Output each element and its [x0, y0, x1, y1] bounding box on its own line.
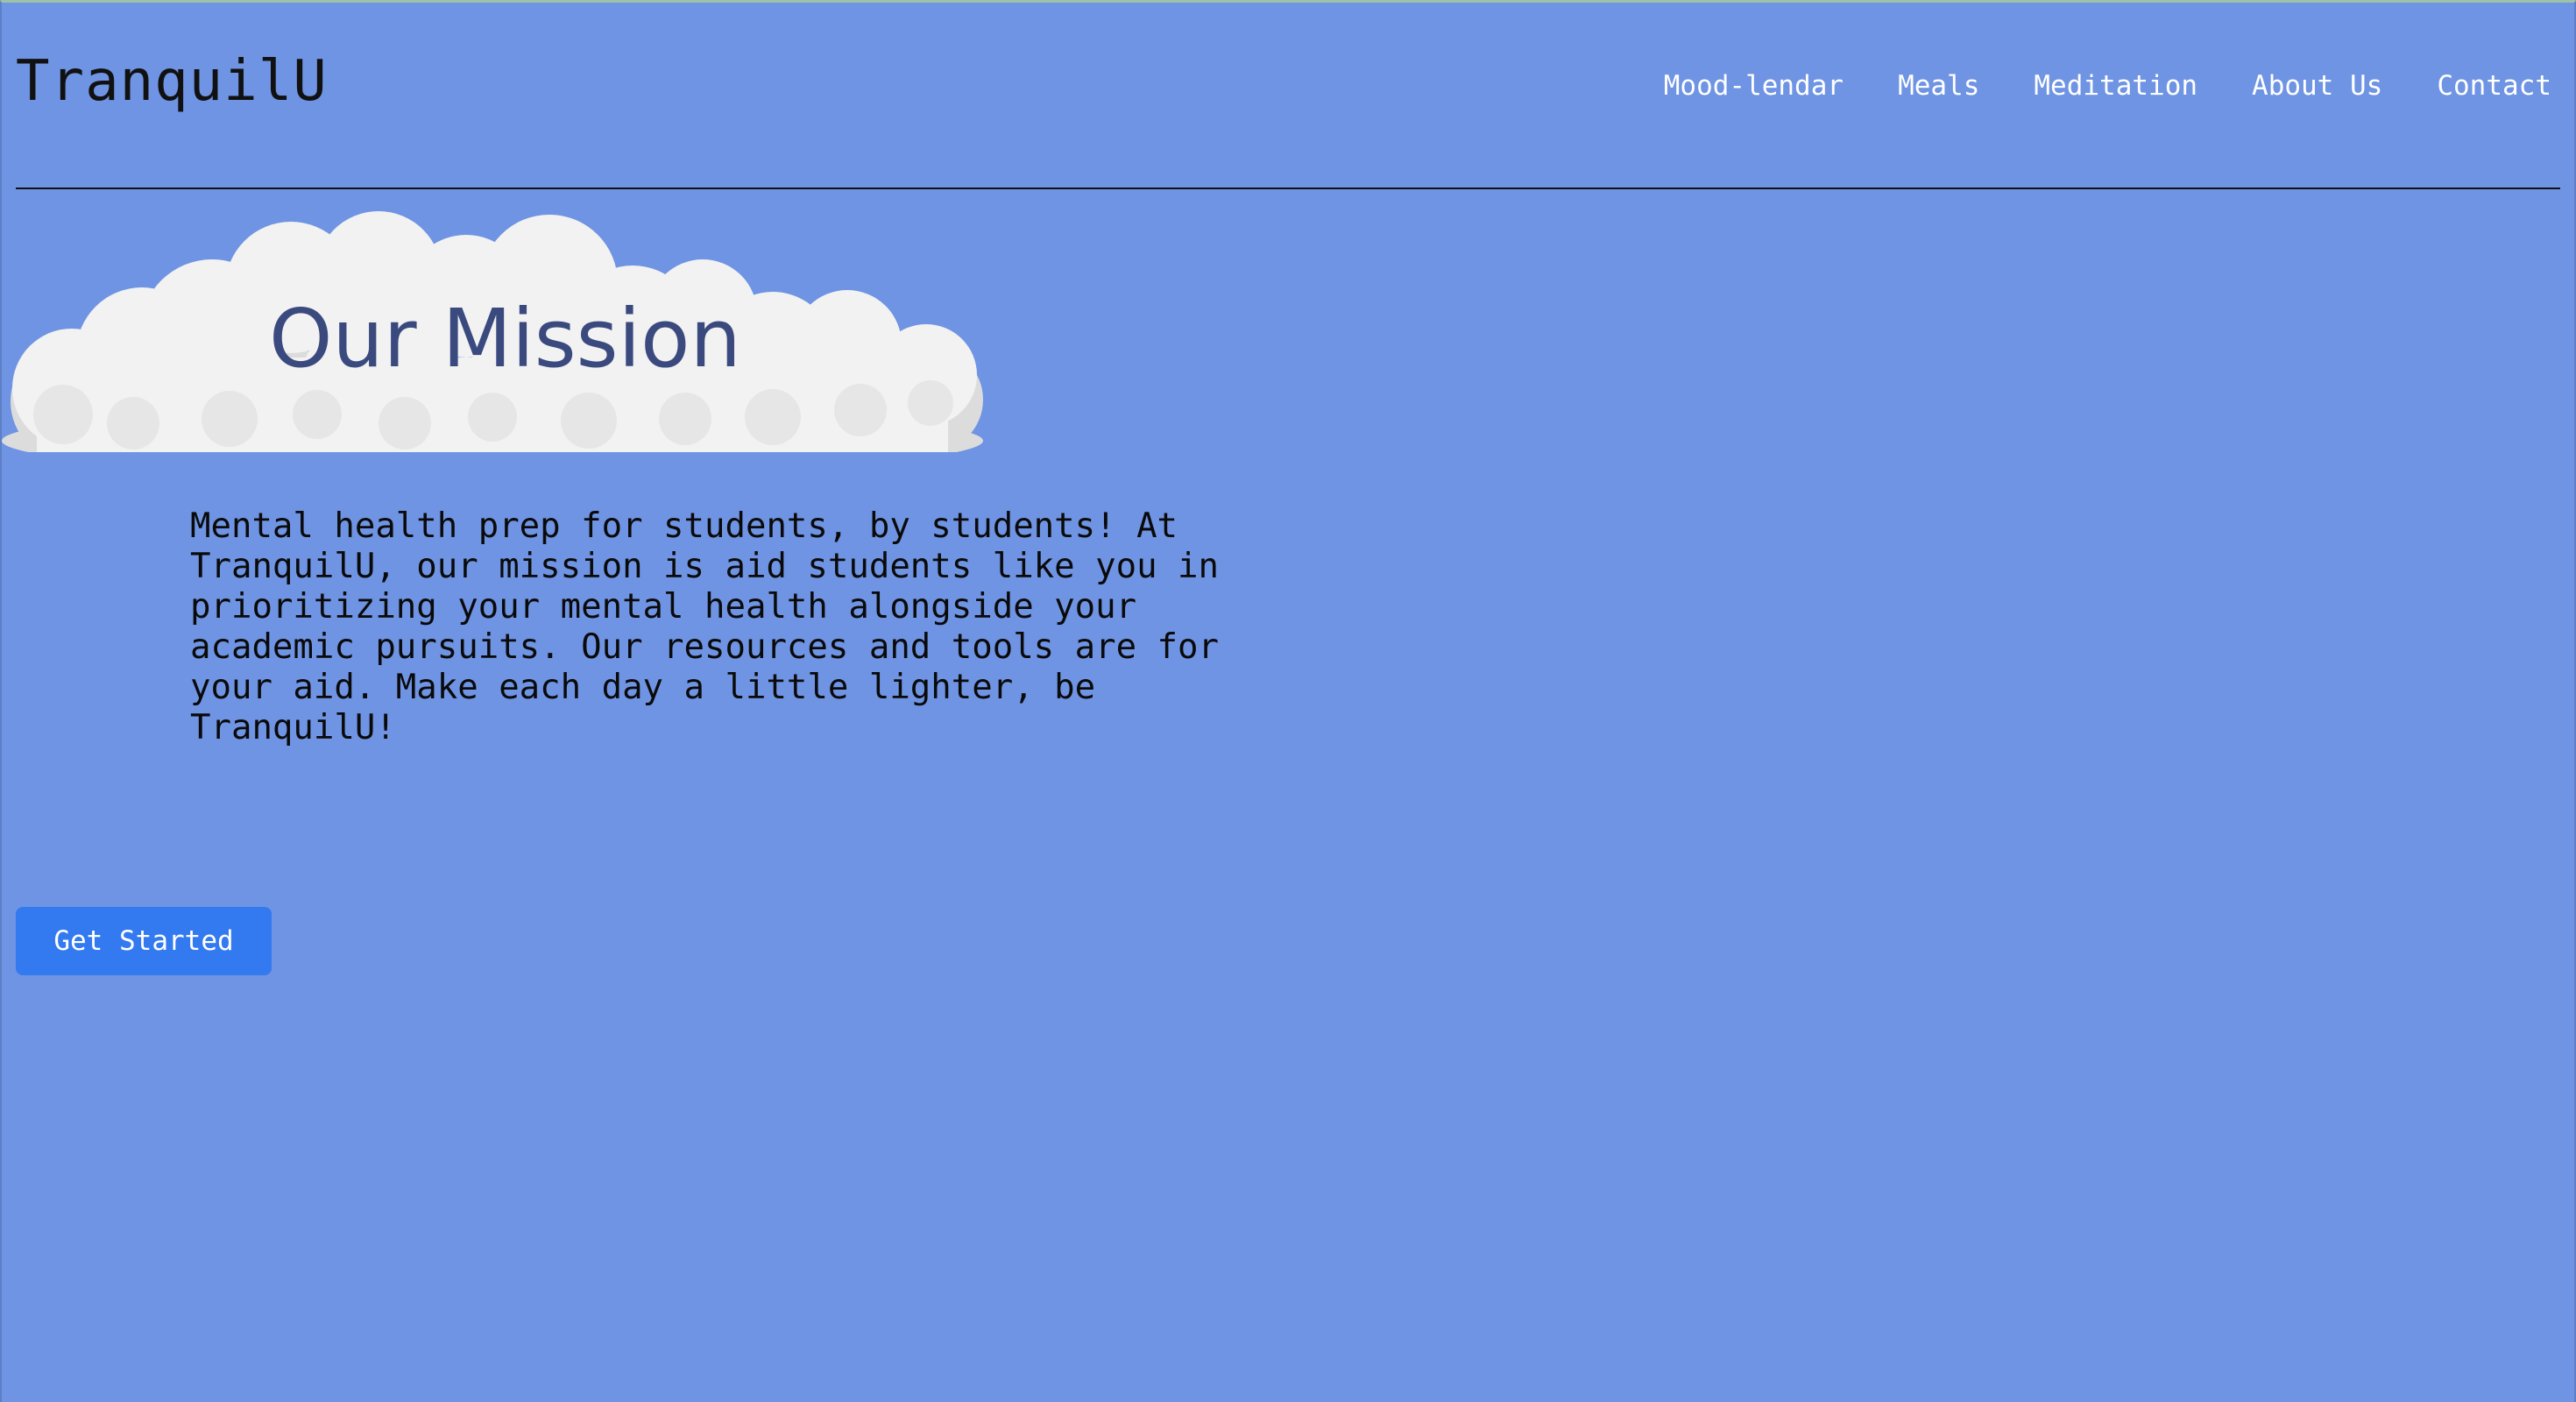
- site-logo[interactable]: TranquilU: [16, 53, 328, 110]
- header-divider: [16, 188, 2560, 189]
- get-started-button[interactable]: Get Started: [16, 907, 272, 975]
- mission-description: Mental health prep for students, by stud…: [190, 506, 1219, 747]
- nav-link-about-us[interactable]: About Us: [2252, 73, 2382, 100]
- mission-title: Our Mission: [269, 292, 741, 386]
- nav-link-meals[interactable]: Meals: [1898, 73, 1979, 100]
- nav-link-mood-lendar[interactable]: Mood-lendar: [1664, 73, 1844, 100]
- nav-link-meditation[interactable]: Meditation: [2034, 73, 2197, 100]
- main-nav: Mood-lendar Meals Meditation About Us Co…: [1664, 73, 2551, 100]
- browser-viewport: TranquilU Mood-lendar Meals Meditation A…: [0, 0, 2576, 1402]
- nav-link-contact[interactable]: Contact: [2437, 73, 2551, 100]
